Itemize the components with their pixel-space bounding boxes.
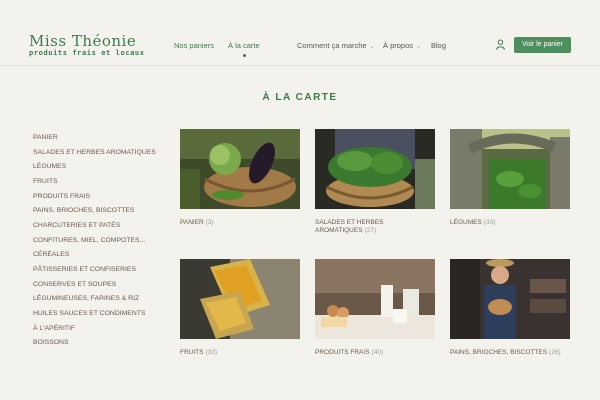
- sidebar-item[interactable]: PANIER: [33, 131, 173, 146]
- category-image-panier[interactable]: [180, 129, 300, 209]
- category-card-pains[interactable]: PAINS, BRIOCHES, BISCOTTES (26): [450, 259, 570, 357]
- site-header: Miss Théonie produits frais et locaux No…: [0, 0, 600, 66]
- nav-a-la-carte[interactable]: À la carte: [228, 41, 260, 51]
- nav-nos-paniers[interactable]: Nos paniers: [174, 41, 214, 51]
- category-label: PRODUITS FRAIS (40): [315, 349, 435, 357]
- category-image-produits-frais[interactable]: [315, 259, 435, 339]
- category-label: FRUITS (33): [180, 349, 300, 357]
- sidebar-item[interactable]: LÉGUMINEUSES, FARINES & RIZ: [33, 292, 173, 307]
- category-name: PRODUITS FRAIS: [315, 349, 370, 356]
- category-count: (40): [371, 349, 384, 356]
- category-card-salades[interactable]: SALADES ET HERBES AROMATIQUES (27): [315, 129, 435, 235]
- nav-comment-ca-marche[interactable]: Comment ça marche ⌄: [297, 41, 375, 52]
- sidebar-item[interactable]: CONSERVES ET SOUPES: [33, 278, 173, 293]
- category-label: SALADES ET HERBES AROMATIQUES (27): [315, 219, 435, 235]
- sidebar-item[interactable]: PRODUITS FRAIS: [33, 190, 173, 205]
- sidebar-item[interactable]: À L'APÉRITIF: [33, 322, 173, 337]
- category-label: PAINS, BRIOCHES, BISCOTTES (26): [450, 349, 570, 357]
- sidebar-item[interactable]: PÂTISSERIES ET CONFISERIES: [33, 263, 173, 278]
- category-count: (33): [483, 219, 496, 226]
- sidebar-item[interactable]: PAINS, BRIOCHES, BISCOTTES: [33, 204, 173, 219]
- sidebar-item[interactable]: HUILES SAUCES ET CONDIMENTS: [33, 307, 173, 322]
- brand-tagline: produits frais et locaux: [29, 49, 145, 57]
- page-title: À LA CARTE: [262, 92, 338, 103]
- brand-logo[interactable]: Miss Théonie produits frais et locaux: [29, 33, 145, 58]
- view-cart-button[interactable]: Voir le panier: [514, 37, 571, 53]
- category-count: (33): [205, 349, 218, 356]
- sidebar-item[interactable]: LÉGUMES: [33, 160, 173, 175]
- nav-a-propos[interactable]: À propos ⌄: [383, 41, 421, 52]
- category-image-legumes[interactable]: [450, 129, 570, 209]
- nav-blog[interactable]: Blog: [431, 41, 446, 51]
- chevron-down-icon: ⌄: [369, 44, 375, 50]
- category-label: PANIER (3): [180, 219, 300, 227]
- category-card-legumes[interactable]: LÉGUMES (33): [450, 129, 570, 227]
- category-image-salades[interactable]: [315, 129, 435, 209]
- active-indicator: [243, 54, 246, 57]
- category-name: PANIER: [180, 219, 204, 226]
- category-sidebar: PANIER SALADES ET HERBES AROMATIQUES LÉG…: [33, 131, 173, 351]
- category-count: (26): [549, 349, 561, 356]
- category-label: LÉGUMES (33): [450, 219, 570, 227]
- chevron-down-icon: ⌄: [416, 44, 422, 50]
- sidebar-item[interactable]: CONFITURES, MIEL, COMPOTES...: [33, 234, 173, 249]
- nav-comment-label: Comment ça marche: [297, 41, 367, 50]
- sidebar-item[interactable]: FRUITS: [33, 175, 173, 190]
- brand-name: Miss Théonie: [29, 32, 137, 50]
- category-card-produits-frais[interactable]: PRODUITS FRAIS (40): [315, 259, 435, 357]
- category-count: (3): [205, 219, 214, 226]
- sidebar-item[interactable]: CÉRÉALES: [33, 248, 173, 263]
- nav-apropos-label: À propos: [383, 41, 414, 50]
- category-name: LÉGUMES: [450, 219, 482, 226]
- category-name: PAINS, BRIOCHES, BISCOTTES: [450, 349, 548, 356]
- category-image-fruits[interactable]: [180, 259, 300, 339]
- sidebar-item[interactable]: BOISSONS: [33, 336, 173, 351]
- category-name: FRUITS: [180, 349, 204, 356]
- sidebar-item[interactable]: CHARCUTERIES ET PATÉS: [33, 219, 173, 234]
- category-card-fruits[interactable]: FRUITS (33): [180, 259, 300, 357]
- category-image-pains[interactable]: [450, 259, 570, 339]
- category-count: (27): [364, 227, 377, 234]
- user-icon[interactable]: [495, 39, 506, 50]
- category-card-panier[interactable]: PANIER (3): [180, 129, 300, 227]
- sidebar-item[interactable]: SALADES ET HERBES AROMATIQUES: [33, 146, 173, 161]
